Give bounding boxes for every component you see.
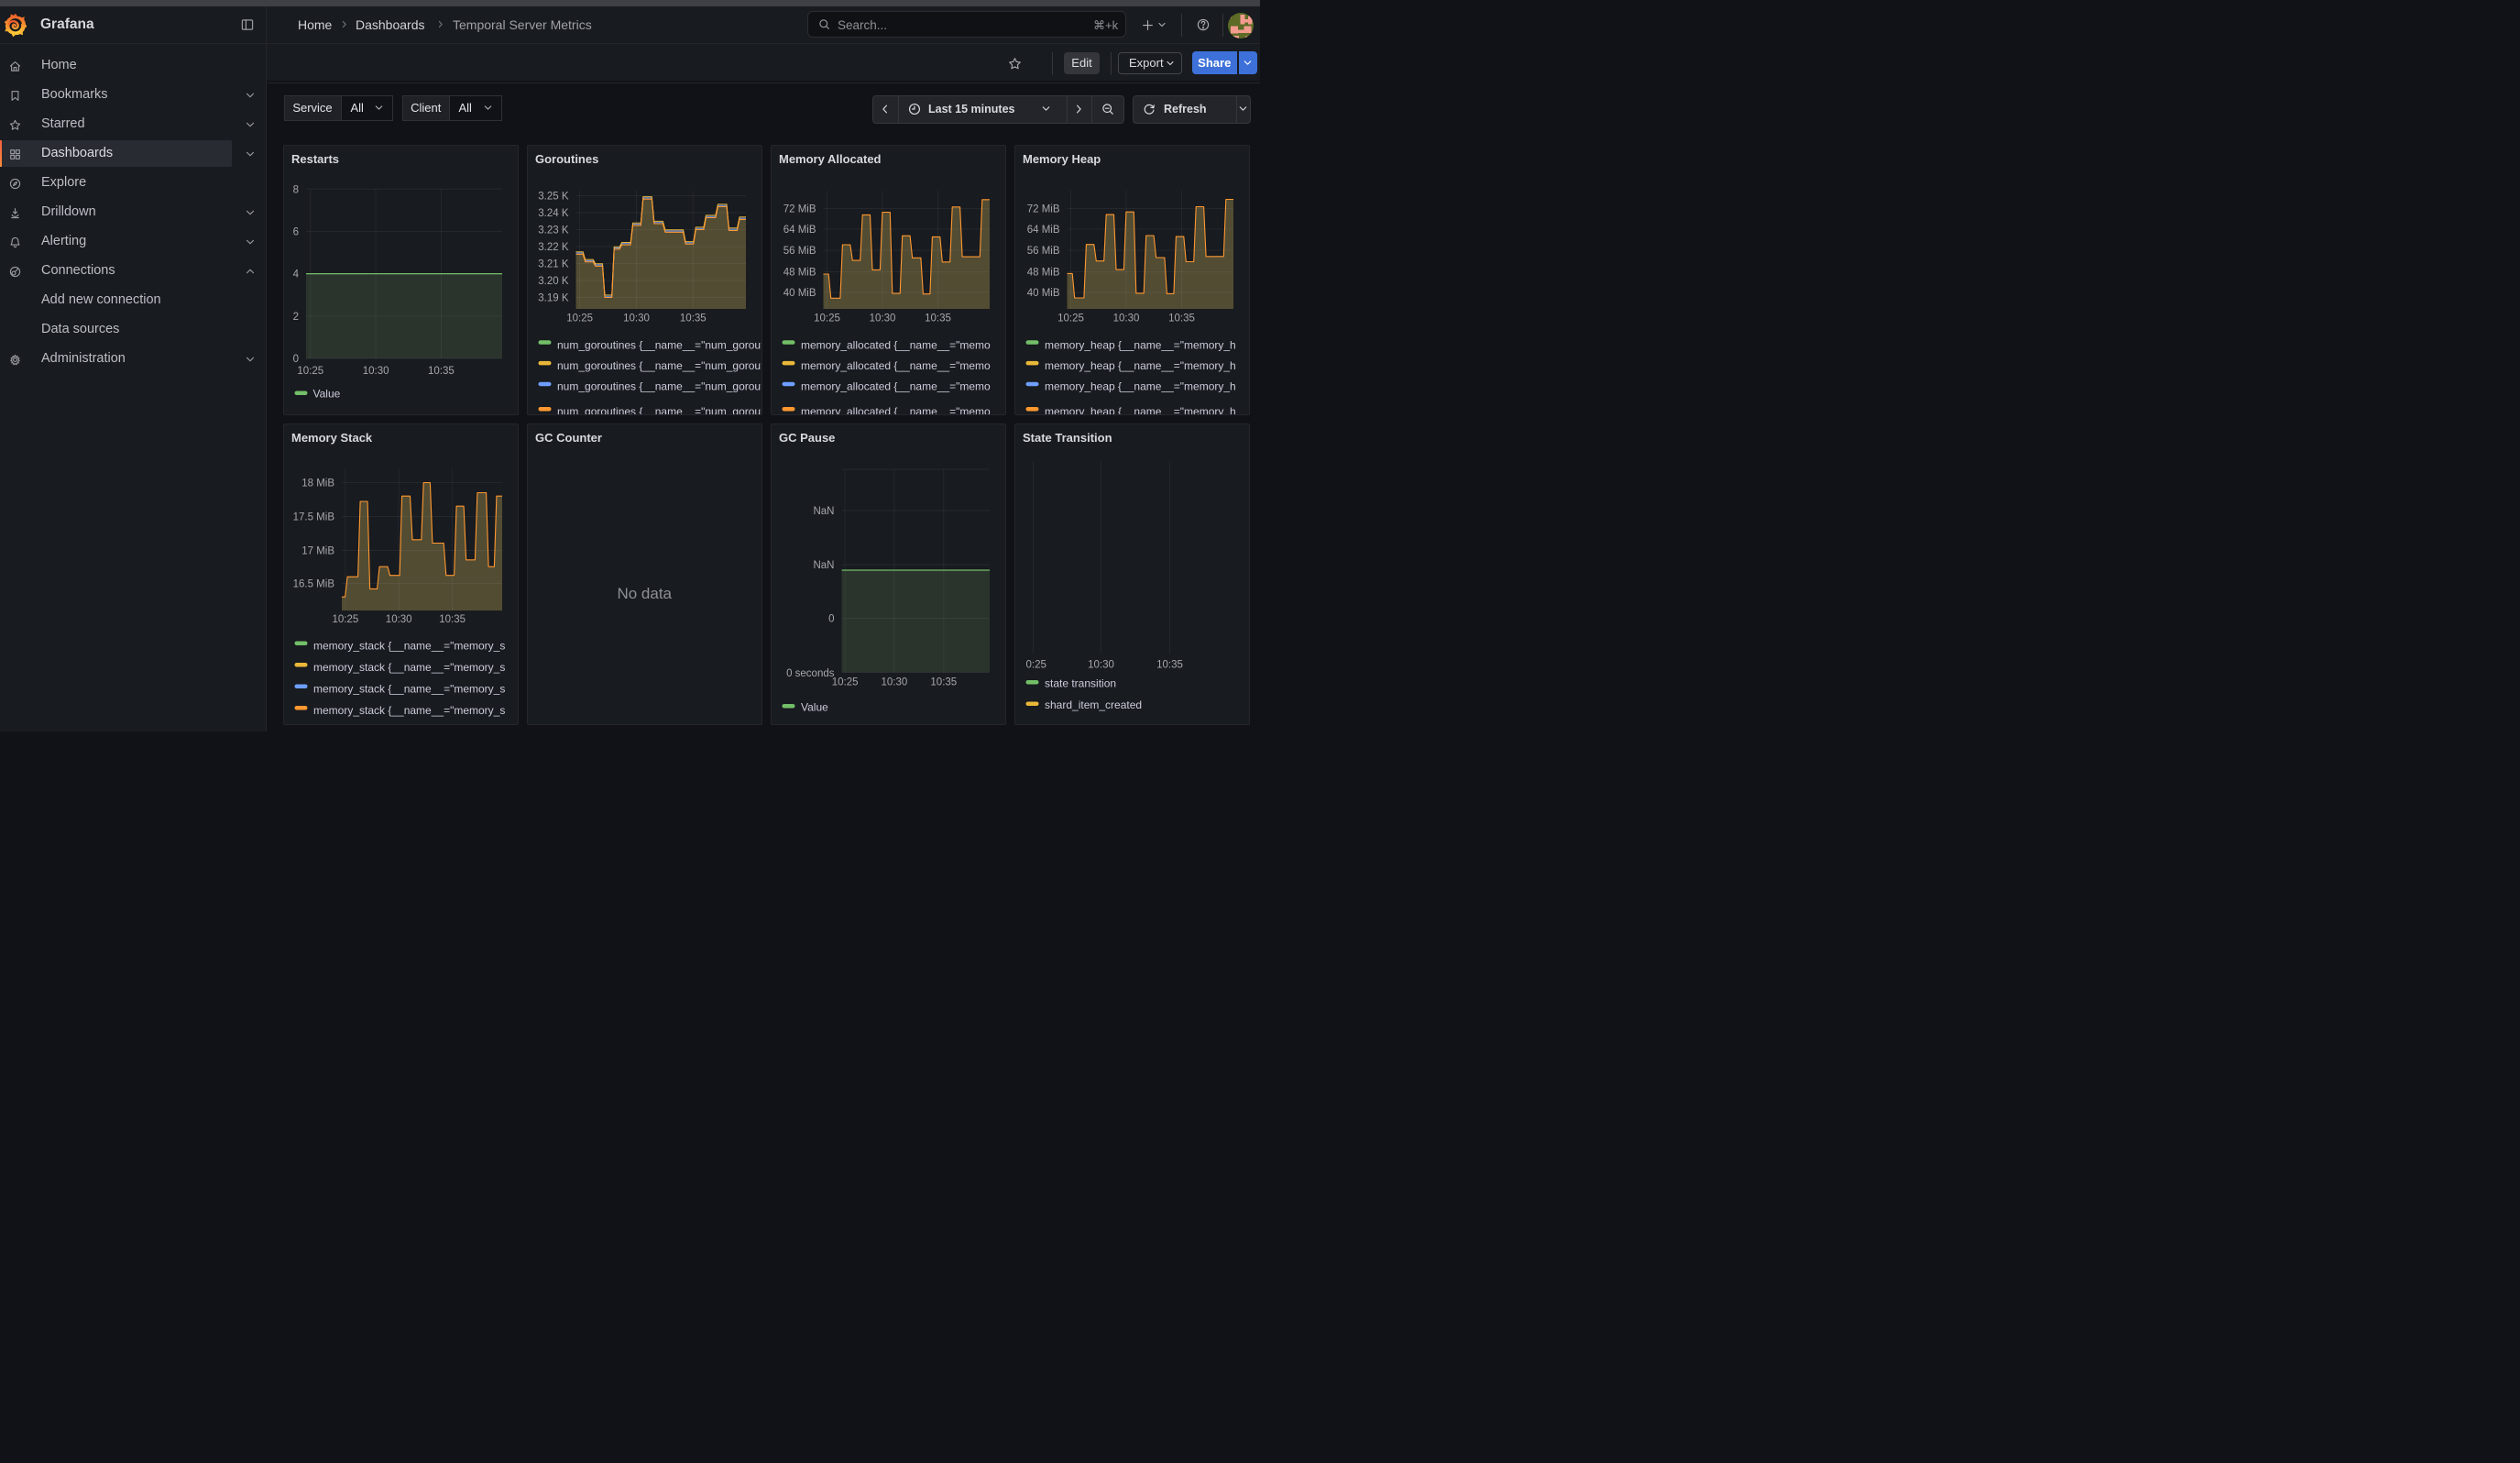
- svg-text:3.21 K: 3.21 K: [538, 259, 569, 270]
- svg-text:0: 0: [293, 354, 299, 365]
- svg-text:10:25: 10:25: [832, 677, 859, 688]
- svg-text:NaN: NaN: [813, 560, 834, 571]
- svg-text:18 MiB: 18 MiB: [301, 478, 334, 490]
- svg-text:shard_item_created: shard_item_created: [1045, 698, 1142, 711]
- svg-text:10:30: 10:30: [870, 314, 896, 324]
- svg-text:10:25: 10:25: [566, 314, 593, 324]
- svg-text:10:25: 10:25: [1020, 660, 1046, 671]
- svg-text:10:25: 10:25: [333, 614, 359, 625]
- svg-text:10:25: 10:25: [1057, 314, 1084, 324]
- svg-text:10:30: 10:30: [623, 314, 650, 324]
- svg-text:num_goroutines {__name__="num_: num_goroutines {__name__="num_gorout: [557, 359, 764, 372]
- svg-text:memory_stack {__name__="memory: memory_stack {__name__="memory_s: [313, 661, 505, 674]
- svg-text:memory_stack {__name__="memory: memory_stack {__name__="memory_s: [313, 683, 505, 696]
- svg-text:10:35: 10:35: [680, 314, 707, 324]
- svg-text:10:35: 10:35: [439, 614, 466, 625]
- svg-text:10:25: 10:25: [814, 314, 840, 324]
- svg-text:NaN: NaN: [813, 506, 834, 517]
- svg-text:16.5 MiB: 16.5 MiB: [293, 579, 335, 590]
- svg-text:48 MiB: 48 MiB: [1027, 268, 1060, 279]
- svg-text:3.23 K: 3.23 K: [538, 226, 569, 236]
- svg-text:4: 4: [293, 270, 300, 280]
- svg-text:6: 6: [293, 227, 299, 238]
- svg-text:40 MiB: 40 MiB: [1027, 288, 1060, 299]
- svg-text:64 MiB: 64 MiB: [783, 225, 816, 236]
- svg-text:memory_heap {__name__="memory_: memory_heap {__name__="memory_h: [1045, 405, 1236, 418]
- svg-text:72 MiB: 72 MiB: [783, 204, 816, 215]
- svg-text:10:35: 10:35: [428, 366, 455, 377]
- svg-text:10:30: 10:30: [882, 677, 908, 688]
- svg-text:10:30: 10:30: [363, 366, 389, 377]
- svg-text:memory_allocated {__name__="me: memory_allocated {__name__="memo: [801, 380, 991, 393]
- svg-text:64 MiB: 64 MiB: [1027, 225, 1060, 236]
- svg-text:10:35: 10:35: [1168, 314, 1195, 324]
- svg-text:Value: Value: [313, 388, 341, 401]
- svg-text:10:35: 10:35: [1156, 660, 1183, 671]
- svg-text:10:25: 10:25: [297, 366, 323, 377]
- svg-text:10:35: 10:35: [930, 677, 957, 688]
- svg-text:num_goroutines {__name__="num_: num_goroutines {__name__="num_gorout: [557, 380, 764, 393]
- svg-text:3.19 K: 3.19 K: [538, 293, 569, 304]
- svg-text:10:30: 10:30: [386, 614, 412, 625]
- svg-text:memory_heap {__name__="memory_: memory_heap {__name__="memory_h: [1045, 380, 1236, 393]
- svg-text:3.25 K: 3.25 K: [538, 192, 569, 203]
- svg-text:memory_stack {__name__="memory: memory_stack {__name__="memory_s: [313, 704, 505, 717]
- svg-text:10:30: 10:30: [1088, 660, 1114, 671]
- svg-text:memory_stack {__name__="memory: memory_stack {__name__="memory_s: [313, 640, 505, 653]
- svg-text:num_goroutines {__name__="num_: num_goroutines {__name__="num_gorout: [557, 338, 764, 351]
- svg-text:40 MiB: 40 MiB: [783, 288, 816, 299]
- svg-text:memory_allocated {__name__="me: memory_allocated {__name__="memo: [801, 338, 991, 351]
- svg-text:10:30: 10:30: [1113, 314, 1140, 324]
- svg-text:3.24 K: 3.24 K: [538, 208, 569, 219]
- svg-text:10:35: 10:35: [925, 314, 951, 324]
- svg-text:3.22 K: 3.22 K: [538, 242, 569, 253]
- svg-text:56 MiB: 56 MiB: [783, 246, 816, 257]
- svg-text:0 seconds: 0 seconds: [786, 668, 835, 679]
- svg-text:memory_allocated {__name__="me: memory_allocated {__name__="memo: [801, 405, 991, 418]
- svg-text:memory_allocated {__name__="me: memory_allocated {__name__="memo: [801, 359, 991, 372]
- svg-text:17 MiB: 17 MiB: [301, 546, 334, 557]
- svg-text:56 MiB: 56 MiB: [1027, 246, 1060, 257]
- svg-text:0: 0: [828, 614, 834, 625]
- svg-text:2: 2: [293, 312, 299, 323]
- svg-text:17.5 MiB: 17.5 MiB: [293, 512, 335, 523]
- svg-text:memory_heap {__name__="memory_: memory_heap {__name__="memory_h: [1045, 359, 1236, 372]
- svg-text:state transition: state transition: [1045, 677, 1116, 690]
- svg-text:72 MiB: 72 MiB: [1027, 204, 1060, 215]
- svg-text:num_goroutines {__name__="num_: num_goroutines {__name__="num_gorout: [557, 405, 764, 418]
- svg-text:3.20 K: 3.20 K: [538, 276, 569, 287]
- svg-text:Value: Value: [801, 701, 828, 714]
- svg-text:8: 8: [293, 184, 299, 195]
- svg-text:48 MiB: 48 MiB: [783, 268, 816, 279]
- svg-text:memory_heap {__name__="memory_: memory_heap {__name__="memory_h: [1045, 338, 1236, 351]
